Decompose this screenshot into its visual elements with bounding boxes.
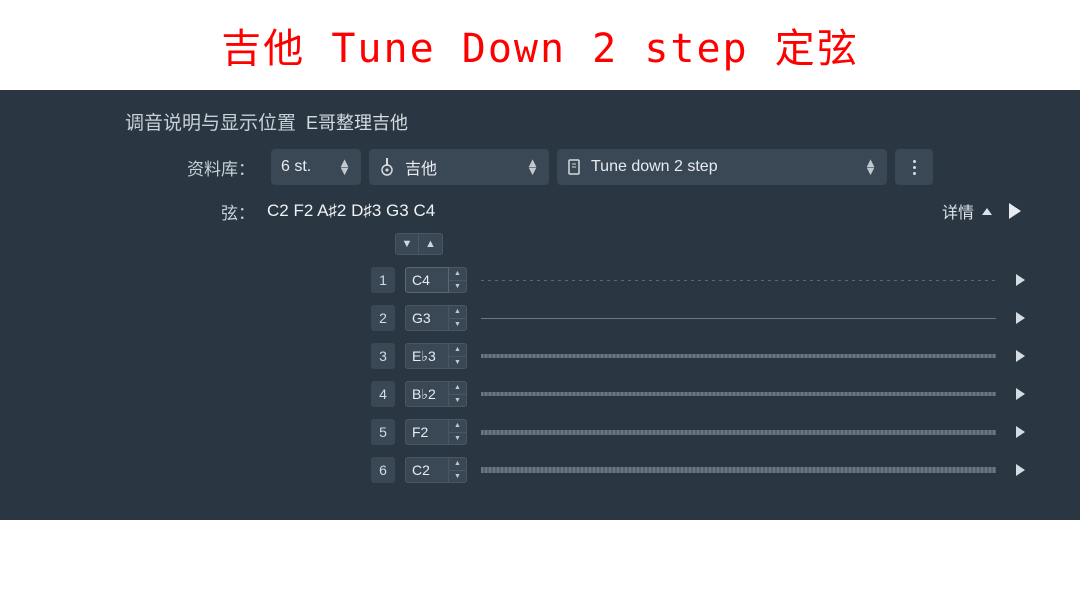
- string-row: 2 G3 ▲ ▼: [267, 299, 1030, 337]
- chevron-up-icon: [982, 208, 992, 215]
- string-visual: [481, 430, 996, 435]
- header-subtitle: E哥整理吉他: [306, 109, 408, 135]
- shift-all-up-button[interactable]: ▲: [419, 233, 443, 255]
- play-icon: [1016, 388, 1025, 400]
- detail-toggle-button[interactable]: 详情: [942, 199, 992, 223]
- updown-icon: ▲▼: [526, 159, 539, 175]
- string-note-input[interactable]: G3: [405, 305, 449, 331]
- note-up-button[interactable]: ▲: [449, 457, 467, 471]
- string-visual: [481, 392, 996, 396]
- string-note-input[interactable]: E♭3: [405, 343, 449, 369]
- instrument-select[interactable]: 吉他 ▲▼: [369, 149, 549, 185]
- string-note-input[interactable]: F2: [405, 419, 449, 445]
- chevron-down-icon: ▼: [402, 238, 413, 250]
- tuning-panel: 调音说明与显示位置 E哥整理吉他 资料库： 6 st. ▲▼ 吉他 ▲▼: [0, 90, 1080, 520]
- note-up-button[interactable]: ▲: [449, 267, 467, 281]
- string-count-select[interactable]: 6 st. ▲▼: [271, 149, 361, 185]
- string-row: 1 C4 ▲ ▼: [267, 261, 1030, 299]
- string-row: 3 E♭3 ▲ ▼: [267, 337, 1030, 375]
- page-title: 吉他 Tune Down 2 step 定弦: [221, 16, 858, 74]
- detail-label: 详情: [942, 199, 974, 223]
- tuning-preset-value: Tune down 2 step: [591, 158, 718, 176]
- note-down-button[interactable]: ▼: [449, 471, 467, 484]
- play-icon: [1016, 350, 1025, 362]
- note-up-button[interactable]: ▲: [449, 381, 467, 395]
- note-up-button[interactable]: ▲: [449, 305, 467, 319]
- header-label: 调音说明与显示位置: [125, 108, 296, 135]
- updown-icon: ▲▼: [864, 159, 877, 175]
- string-row: 5 F2 ▲ ▼: [267, 413, 1030, 451]
- play-string-button[interactable]: [1010, 388, 1030, 400]
- string-visual: [481, 318, 996, 319]
- kebab-icon: [913, 160, 916, 175]
- play-string-button[interactable]: [1010, 464, 1030, 476]
- library-label: 资料库：: [125, 155, 255, 180]
- tuning-grid: ▼ ▲ 1 C4 ▲ ▼ 2 G3 ▲ ▼: [267, 233, 1030, 489]
- string-note-input[interactable]: B♭2: [405, 381, 449, 407]
- more-options-button[interactable]: [895, 149, 933, 185]
- play-string-button[interactable]: [1010, 426, 1030, 438]
- note-up-button[interactable]: ▲: [449, 343, 467, 357]
- guitar-icon: [379, 158, 395, 176]
- string-note-input[interactable]: C4: [405, 267, 449, 293]
- strings-label: 弦：: [125, 199, 255, 224]
- string-number: 4: [371, 381, 395, 407]
- play-string-button[interactable]: [1010, 274, 1030, 286]
- string-visual: [481, 467, 996, 473]
- strings-notes-summary: C2 F2 A♯2 D♯3 G3 C4: [267, 201, 942, 221]
- string-number: 2: [371, 305, 395, 331]
- string-visual: [481, 280, 996, 281]
- instrument-value: 吉他: [405, 155, 437, 179]
- string-number: 6: [371, 457, 395, 483]
- note-down-button[interactable]: ▼: [449, 319, 467, 332]
- play-all-button[interactable]: [1000, 197, 1030, 225]
- play-icon: [1009, 203, 1021, 219]
- play-icon: [1016, 312, 1025, 324]
- play-icon: [1016, 464, 1025, 476]
- play-string-button[interactable]: [1010, 350, 1030, 362]
- string-count-value: 6 st.: [281, 158, 311, 176]
- play-icon: [1016, 274, 1025, 286]
- note-down-button[interactable]: ▼: [449, 395, 467, 408]
- note-up-button[interactable]: ▲: [449, 419, 467, 433]
- string-row: 4 B♭2 ▲ ▼: [267, 375, 1030, 413]
- updown-icon: ▲▼: [338, 159, 351, 175]
- note-down-button[interactable]: ▼: [449, 433, 467, 446]
- tuning-preset-select[interactable]: Tune down 2 step ▲▼: [557, 149, 887, 185]
- play-icon: [1016, 426, 1025, 438]
- string-row: 6 C2 ▲ ▼: [267, 451, 1030, 489]
- shift-all-down-button[interactable]: ▼: [395, 233, 419, 255]
- book-icon: [567, 159, 581, 175]
- string-number: 3: [371, 343, 395, 369]
- note-down-button[interactable]: ▼: [449, 281, 467, 294]
- string-number: 5: [371, 419, 395, 445]
- string-note-input[interactable]: C2: [405, 457, 449, 483]
- string-number: 1: [371, 267, 395, 293]
- note-down-button[interactable]: ▼: [449, 357, 467, 370]
- string-visual: [481, 354, 996, 358]
- play-string-button[interactable]: [1010, 312, 1030, 324]
- chevron-up-icon: ▲: [425, 238, 436, 250]
